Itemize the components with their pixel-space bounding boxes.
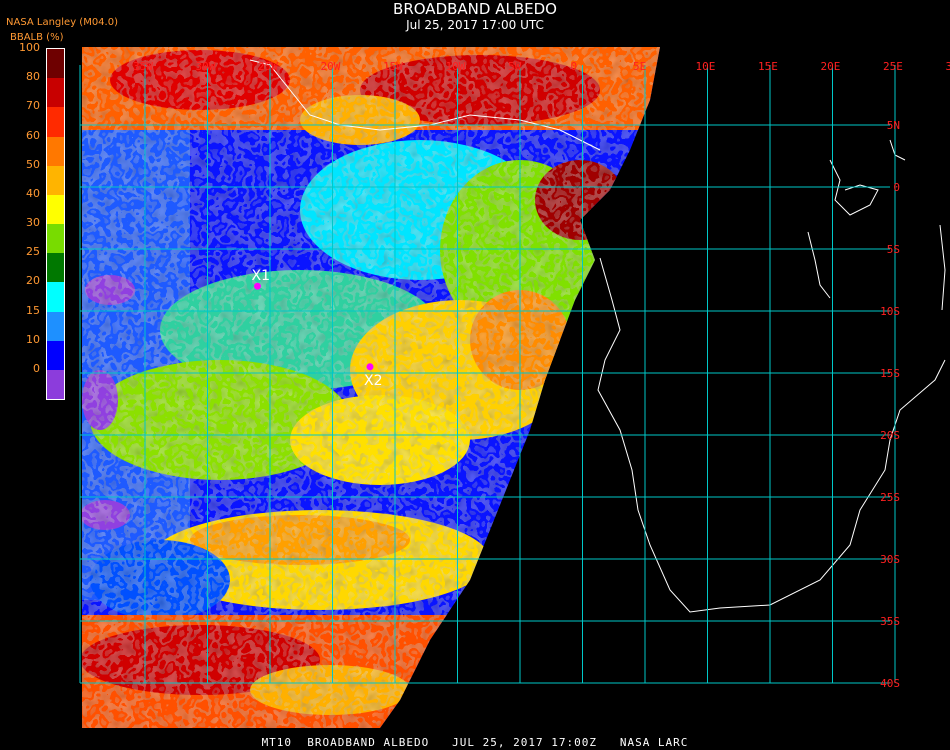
- longitude-label: 25W: [258, 60, 278, 73]
- longitude-label: 5E: [633, 60, 646, 73]
- station-marker-dot: [366, 363, 374, 371]
- latitude-label: 20S: [880, 429, 900, 442]
- albedo-image: [82, 47, 660, 728]
- longitude-label: 35W: [133, 60, 153, 73]
- longitude-label: 25E: [883, 60, 903, 73]
- latitude-label: 40S: [880, 677, 900, 690]
- latitude-label: 0: [893, 181, 900, 194]
- footer-caption: MT10 BROADBAND ALBEDO JUL 25, 2017 17:00…: [261, 736, 689, 749]
- latitude-labels: 5N 0 5S 10S 15S 20S 25S 30S 35S 40S: [880, 119, 900, 690]
- longitude-label: 20W: [321, 60, 341, 73]
- longitude-label: 15E: [758, 60, 778, 73]
- latitude-label: 30S: [880, 553, 900, 566]
- longitude-label: 20E: [821, 60, 841, 73]
- latitude-label: 10S: [880, 305, 900, 318]
- latitude-label: 25S: [880, 491, 900, 504]
- albedo-map: 35W 30W 25W 20W 15W 10W 5W 0 5E 10E 15E 20E 25E 30E 35…: [79, 47, 950, 728]
- latitude-label: 35S: [880, 615, 900, 628]
- longitude-label: 30E: [946, 60, 950, 73]
- longitude-label: 5W: [508, 60, 522, 73]
- latitude-label: 5N: [887, 119, 900, 132]
- longitude-label: 10W: [446, 60, 466, 73]
- latitude-label: 15S: [880, 367, 900, 380]
- longitude-label: 10E: [696, 60, 716, 73]
- longitude-label: 15W: [383, 60, 403, 73]
- station-marker-label: X2: [364, 373, 383, 389]
- station-marker-label: X1: [252, 268, 271, 284]
- longitude-label: 0: [571, 60, 578, 73]
- longitude-label: 30W: [196, 60, 216, 73]
- latitude-label: 5S: [887, 243, 900, 256]
